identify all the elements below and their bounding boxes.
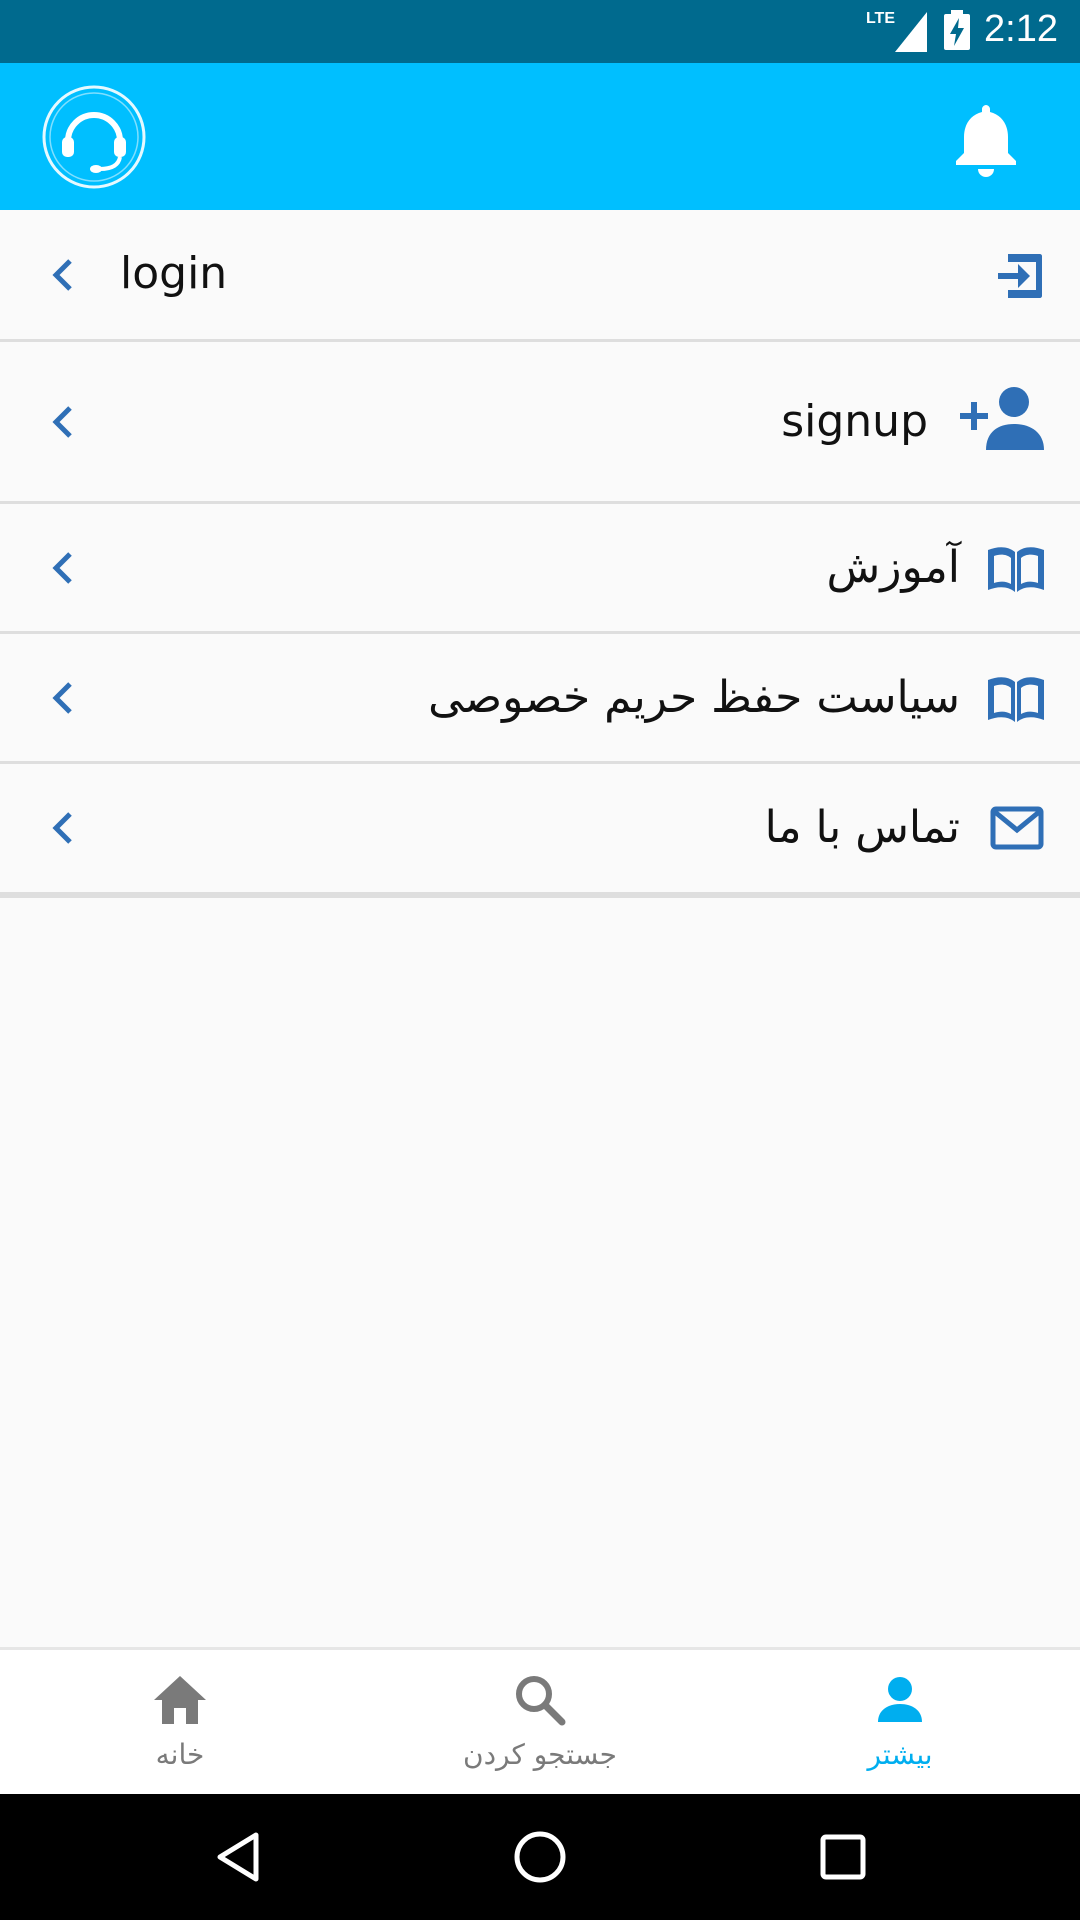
chevron-left-icon	[52, 259, 72, 291]
bell-icon[interactable]	[944, 97, 1028, 181]
nav-search[interactable]: جستجو کردن	[440, 1650, 640, 1794]
back-icon[interactable]	[210, 1827, 270, 1887]
menu-item-login[interactable]: login	[0, 210, 1080, 342]
status-bar: LTE 2:12	[0, 0, 1080, 63]
menu-item-label: سیاست حفظ حریم خصوصی	[428, 672, 960, 723]
signal-icon	[895, 12, 927, 52]
menu-item-label: تماس با ما	[764, 802, 960, 853]
menu-item-label: signup	[781, 396, 928, 447]
menu-item-contact-us[interactable]: تماس با ما	[0, 764, 1080, 898]
menu-item-label: login	[120, 248, 228, 299]
clock: 2:12	[984, 8, 1058, 50]
nav-label: خانه	[155, 1738, 205, 1771]
menu-item-signup[interactable]: signup	[0, 342, 1080, 504]
battery-charging-icon	[944, 10, 970, 50]
menu-item-label: آموزش	[826, 542, 960, 593]
book-icon	[988, 677, 1044, 722]
nav-more[interactable]: بیشتر	[800, 1650, 1000, 1794]
nav-label: بیشتر	[867, 1738, 933, 1771]
login-icon	[998, 254, 1042, 298]
person-icon	[878, 1677, 922, 1722]
nav-home[interactable]: خانه	[80, 1650, 280, 1794]
headset-logo-icon[interactable]	[40, 83, 148, 191]
network-type: LTE	[865, 10, 895, 27]
app-bar	[0, 63, 1080, 210]
chevron-left-icon	[52, 406, 72, 438]
chevron-left-icon	[52, 552, 72, 584]
book-icon	[988, 547, 1044, 592]
add-user-icon	[960, 387, 1044, 450]
home-icon	[154, 1676, 206, 1724]
chevron-left-icon	[52, 812, 72, 844]
system-navigation-bar	[0, 1794, 1080, 1920]
bottom-navigation: خانه جستجو کردن بیشتر	[0, 1647, 1080, 1794]
home-circle-icon[interactable]	[510, 1827, 570, 1887]
menu-item-privacy-policy[interactable]: سیاست حفظ حریم خصوصی	[0, 634, 1080, 764]
menu-item-training[interactable]: آموزش	[0, 504, 1080, 634]
mail-icon	[990, 806, 1044, 850]
search-icon	[516, 1676, 566, 1726]
menu-list: login signup آموزش سیاست حفظ حریم خصوصی …	[0, 210, 1080, 898]
nav-label: جستجو کردن	[463, 1738, 617, 1771]
chevron-left-icon	[52, 682, 72, 714]
recents-icon[interactable]	[813, 1827, 873, 1887]
